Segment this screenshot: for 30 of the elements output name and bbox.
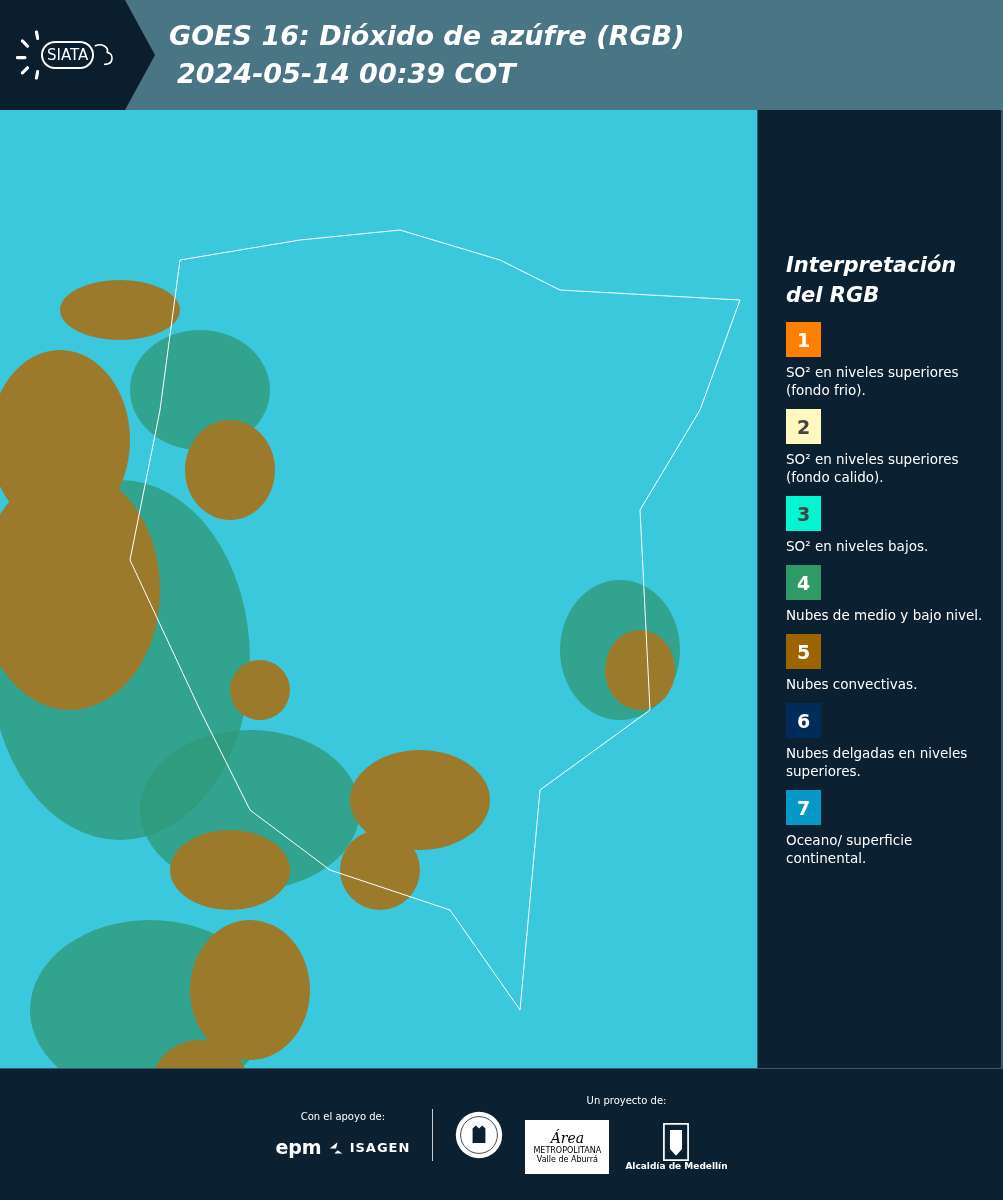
color-swatch: 6 (786, 703, 821, 738)
sponsor-logo: epm (275, 1136, 322, 1158)
color-swatch: 1 (786, 322, 821, 357)
seal-icon (455, 1110, 504, 1159)
legend-description: Nubes delgadas en niveles superiores. (786, 744, 969, 780)
color-swatch: 5 (786, 634, 821, 669)
triangle-logo-icon (327, 1139, 344, 1155)
sun-cloud-icon (16, 30, 39, 80)
legend-description: Nubes convectivas. (786, 675, 919, 693)
legend-description: SO² en niveles bajos. (786, 537, 930, 555)
page-title: GOES 16: Dióxido de azúfre (RGB) (169, 19, 685, 53)
logo-text: Área (550, 1130, 585, 1146)
logo-text: SIATA (41, 41, 95, 69)
logo-text: Alcaldía de Medellín (625, 1161, 728, 1171)
support-label: Con el apoyo de: (300, 1111, 386, 1122)
logo-text: Valle de Aburrá (536, 1155, 598, 1164)
legend-description: SO² en niveles superiores (fondo frio). (786, 363, 960, 399)
legend-description: SO² en niveles superiores (fondo calido). (786, 450, 960, 486)
sponsor-logo: ISAGEN (349, 1139, 411, 1155)
legend-description: Oceano/ superficie continental. (786, 831, 914, 867)
project-label: Un proyecto de: (586, 1095, 667, 1106)
color-swatch: 2 (786, 409, 821, 444)
coat-of-arms-icon (663, 1123, 690, 1161)
legend-description: Nubes de medio y bajo nivel. (786, 606, 984, 624)
color-swatch: 3 (786, 496, 821, 531)
logo-text: METROPOLITANA (533, 1146, 602, 1155)
color-swatch: 7 (786, 790, 821, 825)
legend-title: Interpretación del RGB (786, 252, 956, 309)
timestamp: 2024-05-14 00:39 COT (176, 57, 519, 91)
color-swatch: 4 (786, 565, 821, 600)
